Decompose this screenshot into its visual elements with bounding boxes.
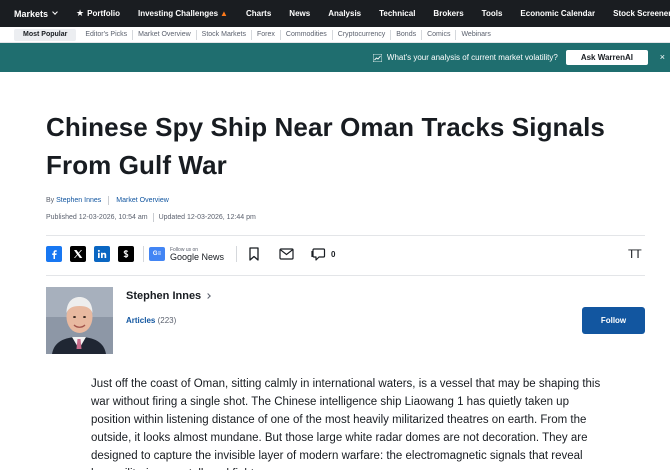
nav-investing-challenges[interactable]: Investing Challenges ▲ [129,0,237,27]
bookmark-button[interactable] [245,245,263,263]
comments-button[interactable] [309,245,327,263]
sub-navigation: Most Popular Editor's Picks Market Overv… [0,27,670,43]
subnav-market-overview[interactable]: Market Overview [133,29,197,40]
subnav-commodities[interactable]: Commodities [281,29,333,40]
nav-stock-screener[interactable]: Stock Screener [604,0,670,27]
author-photo-image [46,287,113,354]
close-icon[interactable]: × [660,52,665,62]
mail-icon [278,248,294,260]
investing-share-button[interactable] [118,246,134,262]
text-size-button[interactable]: TT [628,247,642,261]
nav-analysis[interactable]: Analysis [319,0,370,27]
nav-tools[interactable]: Tools [473,0,512,27]
dollar-icon [123,250,129,258]
divider [46,275,645,276]
subnav-cryptocurrency[interactable]: Cryptocurrency [333,29,392,40]
updated-date: Updated 12-03-2026, 12:44 pm [158,214,256,221]
warrenai-promo-banner: What's your analysis of current market v… [0,43,670,72]
nav-economic-calendar[interactable]: Economic Calendar [511,0,604,27]
article-title: Chinese Spy Ship Near Oman Tracks Signal… [46,112,605,180]
promo-question: What's your analysis of current market v… [372,53,558,62]
chevron-down-icon [52,9,58,15]
nav-news[interactable]: News [280,0,319,27]
google-news-follow[interactable]: G≡ Follow us on Google News [149,247,224,262]
subnav-stock-markets[interactable]: Stock Markets [197,29,253,40]
category-link[interactable]: Market Overview [116,197,169,204]
linkedin-share-button[interactable] [94,246,110,262]
author-link[interactable]: Stephen Innes [56,197,101,204]
linkedin-icon [97,249,107,258]
fire-icon: ▲ [220,9,228,18]
nav-charts[interactable]: Charts [237,0,280,27]
bookmark-icon [249,247,259,261]
google-news-label: Google News [170,251,225,262]
nav-portfolio[interactable]: ★ Portfolio [67,0,129,27]
nav-brokers[interactable]: Brokers [424,0,472,27]
nav-markets[interactable]: Markets [0,0,67,27]
author-name-link[interactable]: Stephen Innes [126,290,212,302]
top-navigation: Markets ★ Portfolio Investing Challenges ▲… [0,0,670,27]
author-articles[interactable]: Articles (223) [126,316,176,325]
star-icon: ★ [76,8,85,18]
published-date: Published 12-03-2026, 10:54 am [46,214,148,221]
articles-count: (223) [157,316,177,325]
share-bar: G≡ Follow us on Google News 0 [46,245,335,263]
divider [236,246,238,262]
follow-button[interactable]: Follow [582,307,645,334]
divider [143,246,144,262]
by-label: By [46,197,55,204]
x-share-button[interactable] [70,246,86,262]
publish-dates: Published 12-03-2026, 10:54 am Updated 1… [46,213,256,222]
google-news-icon: G≡ [149,247,165,261]
comment-icon [310,248,325,261]
subnav-forex[interactable]: Forex [252,29,281,40]
subnav-webinars[interactable]: Webinars [456,30,495,40]
byline: By Stephen Innes Market Overview [46,196,169,205]
nav-technical[interactable]: Technical [370,0,424,27]
subnav-bonds[interactable]: Bonds [391,29,423,40]
comment-count: 0 [331,249,336,259]
facebook-share-button[interactable] [46,246,62,262]
subnav-editors-picks[interactable]: Editor's Picks [80,29,134,40]
x-icon [74,250,83,258]
ask-warrenai-button[interactable]: Ask WarrenAI [565,50,648,65]
subnav-comics[interactable]: Comics [422,29,457,40]
facebook-icon [52,250,57,259]
articles-label: Articles [126,316,156,325]
subnav-most-popular[interactable]: Most Popular [14,28,77,41]
divider [152,213,154,222]
author-avatar[interactable] [46,287,113,354]
email-share-button[interactable] [277,245,295,263]
article-body-paragraph: Just off the coast of Oman, sitting calm… [91,378,601,470]
divider [46,235,645,236]
chart-icon [372,53,382,62]
divider [108,196,110,205]
chevron-right-icon [205,293,212,299]
